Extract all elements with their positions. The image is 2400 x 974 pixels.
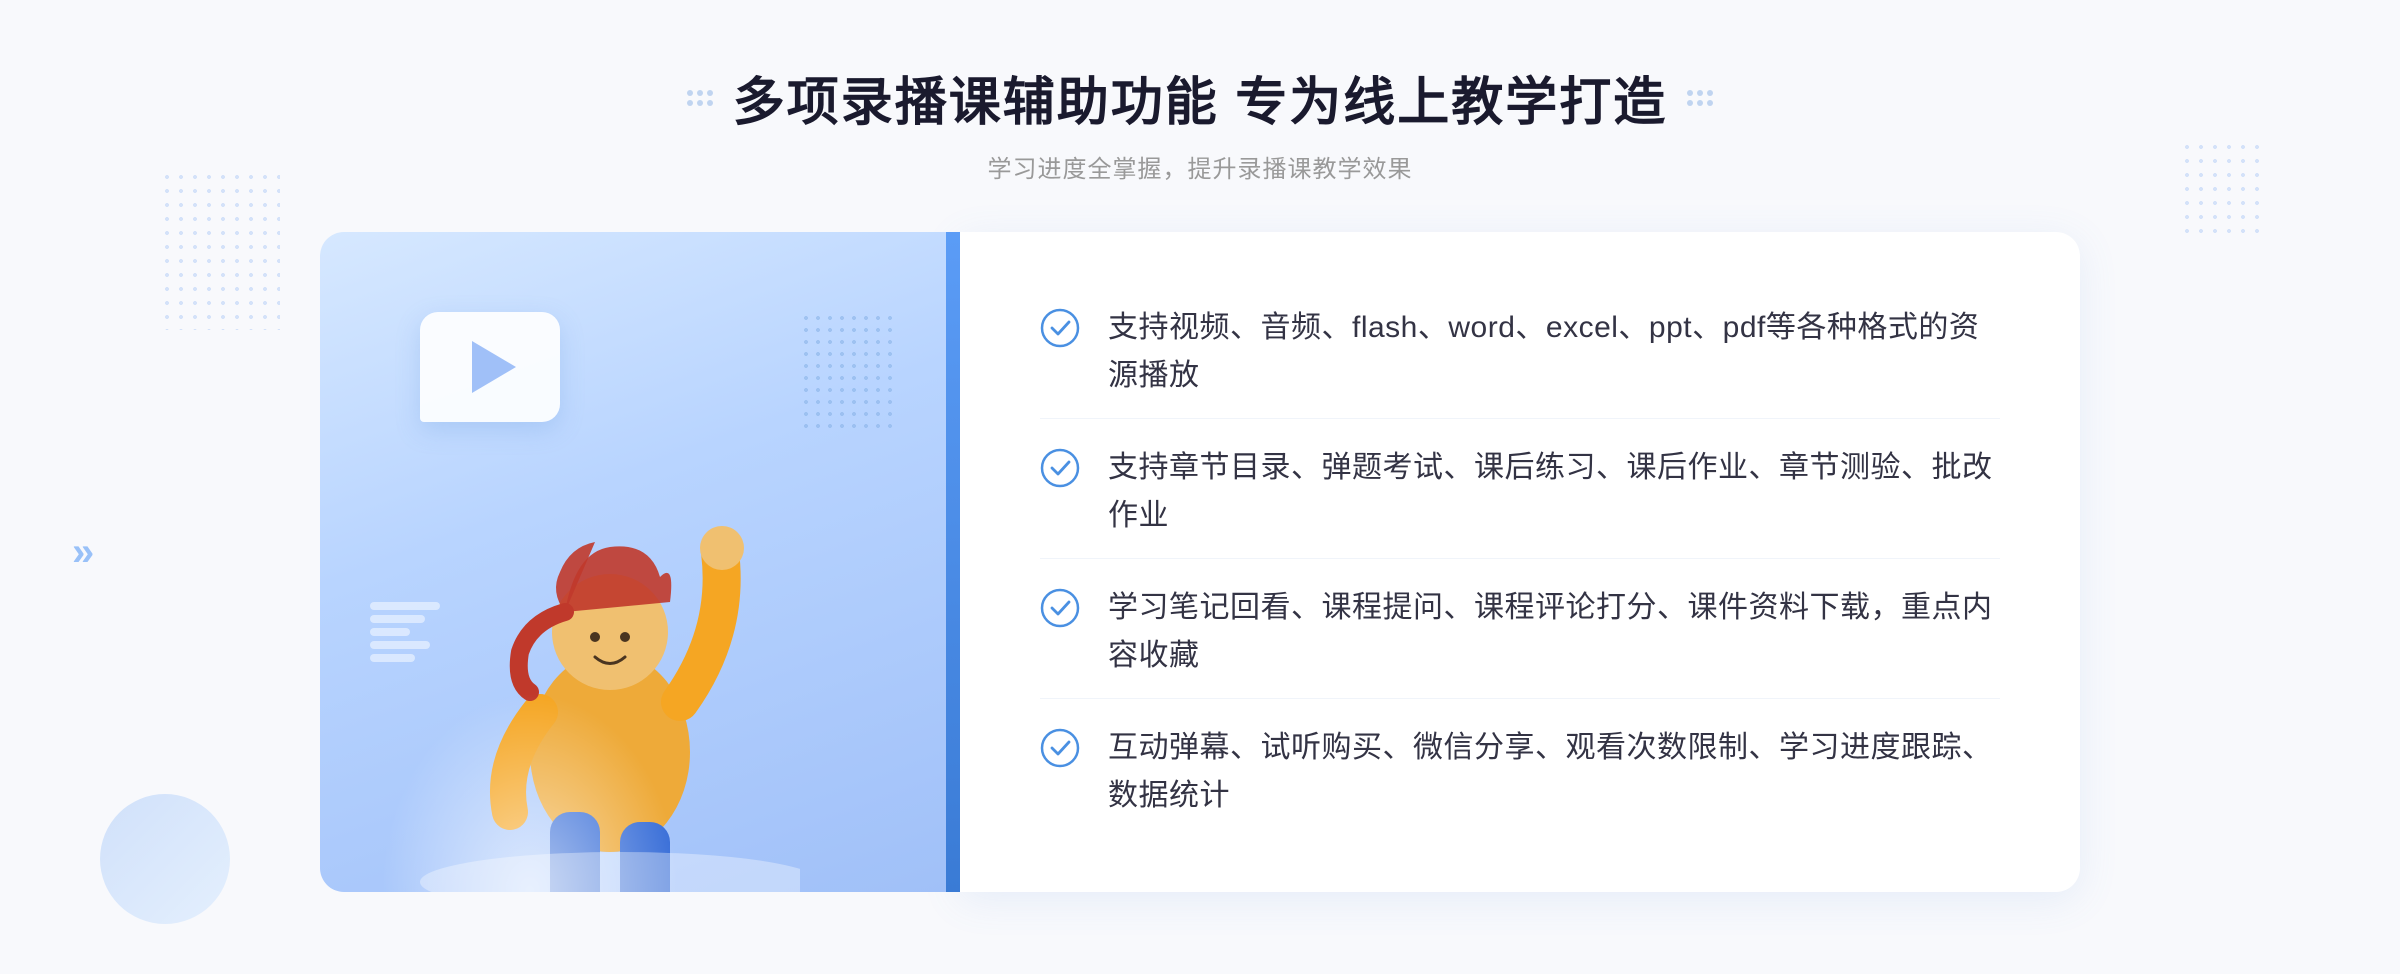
stripe-2 bbox=[370, 615, 425, 623]
page-subtitle: 学习进度全掌握，提升录播课教学效果 bbox=[687, 149, 1713, 184]
dot-grid-left-icon bbox=[687, 90, 713, 106]
check-icon-4 bbox=[1040, 728, 1080, 768]
feature-text-4: 互动弹幕、试听购买、微信分享、观看次数限制、学习进度跟踪、数据统计 bbox=[1108, 724, 2000, 820]
header-title-row: 多项录播课辅助功能 专为线上教学打造 bbox=[687, 60, 1713, 135]
stripe-3 bbox=[370, 628, 410, 636]
dot-grid-right-icon bbox=[1687, 90, 1713, 106]
dots-decoration-right bbox=[2180, 140, 2260, 240]
left-decorator bbox=[687, 90, 713, 106]
illustration-dots bbox=[800, 312, 900, 432]
feature-text-3: 学习笔记回看、课程提问、课程评论打分、课件资料下载，重点内容收藏 bbox=[1108, 584, 2000, 680]
right-decorator bbox=[1687, 90, 1713, 106]
feature-item-1: 支持视频、音频、flash、word、excel、ppt、pdf等各种格式的资源… bbox=[1040, 286, 2000, 419]
feature-text-2: 支持章节目录、弹题考试、课后练习、课后作业、章节测验、批改作业 bbox=[1108, 444, 2000, 540]
dots-decoration-left bbox=[160, 170, 280, 330]
main-content: 支持视频、音频、flash、word、excel、ppt、pdf等各种格式的资源… bbox=[320, 232, 2080, 892]
content-panel: 支持视频、音频、flash、word、excel、ppt、pdf等各种格式的资源… bbox=[960, 232, 2080, 892]
stripe-5 bbox=[370, 654, 415, 662]
arrow-decoration-left: » bbox=[72, 530, 86, 575]
page-wrapper: » 多项录播课辅助功能 专为线上教学打造 学习进度全掌握，提升录播课教学效果 bbox=[0, 0, 2400, 974]
page-header: 多项录播课辅助功能 专为线上教学打造 学习进度全掌握，提升录播课教学效果 bbox=[687, 60, 1713, 184]
light-cone bbox=[380, 692, 680, 892]
circle-decoration-bottom-left bbox=[100, 794, 230, 924]
check-icon-3 bbox=[1040, 588, 1080, 628]
feature-item-4: 互动弹幕、试听购买、微信分享、观看次数限制、学习进度跟踪、数据统计 bbox=[1040, 706, 2000, 838]
page-title: 多项录播课辅助功能 专为线上教学打造 bbox=[733, 60, 1667, 135]
feature-item-3: 学习笔记回看、课程提问、课程评论打分、课件资料下载，重点内容收藏 bbox=[1040, 566, 2000, 699]
feature-item-2: 支持章节目录、弹题考试、课后练习、课后作业、章节测验、批改作业 bbox=[1040, 426, 2000, 559]
illustration-panel bbox=[320, 232, 960, 892]
accent-bar bbox=[946, 232, 960, 892]
feature-text-1: 支持视频、音频、flash、word、excel、ppt、pdf等各种格式的资源… bbox=[1108, 304, 2000, 400]
check-icon-1 bbox=[1040, 308, 1080, 348]
check-icon-2 bbox=[1040, 448, 1080, 488]
